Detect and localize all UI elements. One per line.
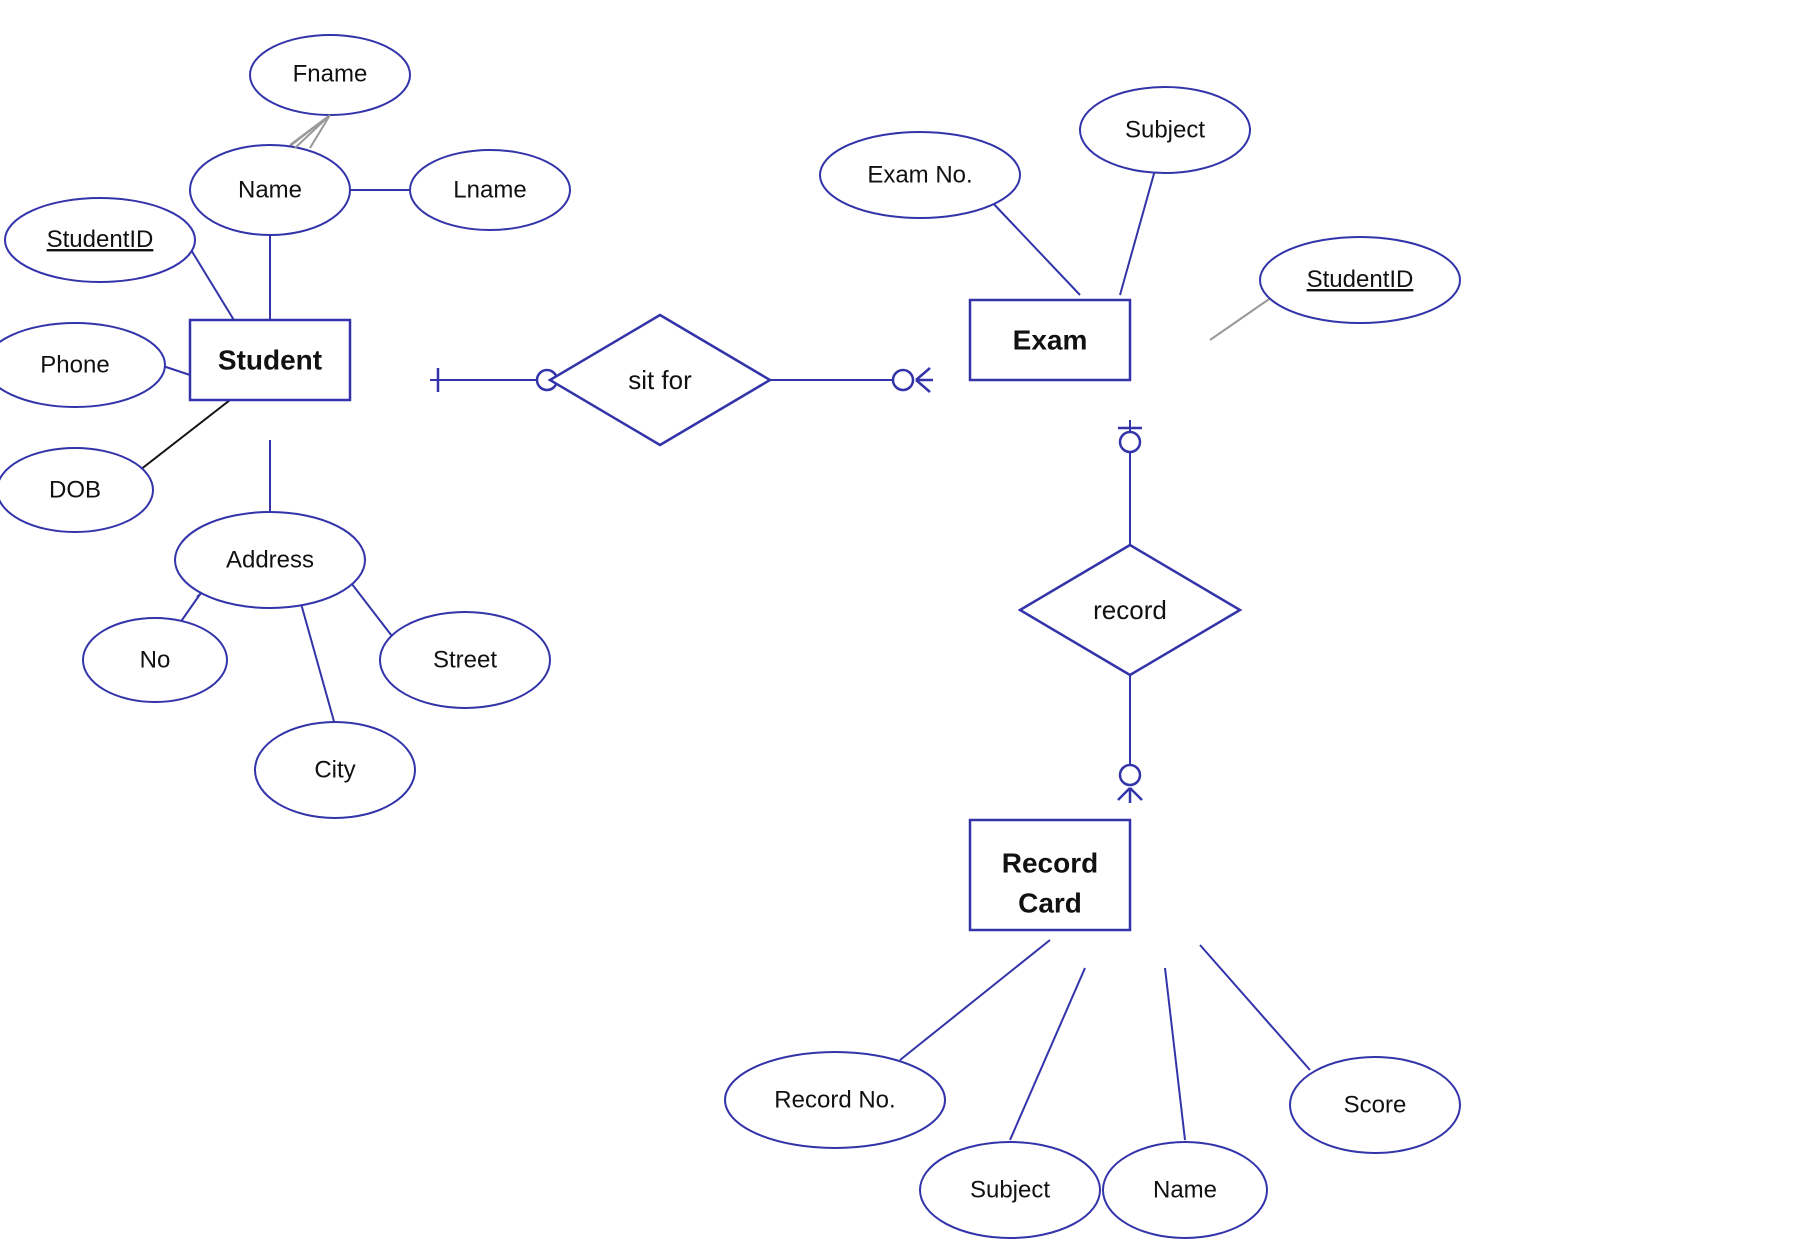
conn-dob-student xyxy=(140,400,230,470)
attr-subject-exam-label: Subject xyxy=(1125,116,1205,143)
attr-record-no-label: Record No. xyxy=(774,1086,895,1113)
circle-exam-left xyxy=(893,370,913,390)
entity-record-card-label-1: Record xyxy=(1002,847,1098,878)
rel-sit-for-label: sit for xyxy=(628,365,692,395)
crow-bot xyxy=(916,380,930,392)
attr-student-id-label: StudentID xyxy=(47,226,154,253)
entity-record-card-label-2: Card xyxy=(1018,887,1082,918)
attr-name-label: Name xyxy=(238,176,302,203)
entity-exam-label: Exam xyxy=(1013,324,1088,355)
attr-student-id2-label: StudentID xyxy=(1307,266,1414,293)
crow2-right xyxy=(1130,788,1142,800)
crow-top xyxy=(916,368,930,380)
attr-phone-label: Phone xyxy=(40,351,109,378)
attr-fname-label: Fname xyxy=(293,60,368,87)
conn-address-city xyxy=(300,600,335,725)
conn-studentid-student xyxy=(185,240,240,330)
conn-rc-score xyxy=(1200,945,1310,1070)
attr-score-label: Score xyxy=(1344,1091,1407,1118)
attr-dob-label: DOB xyxy=(49,476,101,503)
conn-studentid2-exam xyxy=(1210,295,1275,340)
circle-recordcard-top xyxy=(1120,765,1140,785)
attr-address-label: Address xyxy=(226,546,314,573)
conn-examno-exam xyxy=(990,200,1080,295)
crow2-left xyxy=(1118,788,1130,800)
attr-street-label: Street xyxy=(433,646,497,673)
conn-rc-recordno xyxy=(900,940,1050,1060)
attr-name-rc-label: Name xyxy=(1153,1176,1217,1203)
attr-city-label: City xyxy=(314,756,355,783)
er-diagram: sit for record Student Exam Record Card … xyxy=(0,0,1800,1250)
entity-student-label: Student xyxy=(218,344,322,375)
conn-subject-exam xyxy=(1120,170,1155,295)
conn-rc-name xyxy=(1165,968,1185,1140)
attr-lname-label: Lname xyxy=(453,176,526,203)
circle-record-top xyxy=(1120,432,1140,452)
attr-exam-no-label: Exam No. xyxy=(867,161,972,188)
conn-rc-subject xyxy=(1010,968,1085,1140)
rel-record-label: record xyxy=(1093,595,1167,625)
attr-subject-rc-label: Subject xyxy=(970,1176,1050,1203)
attr-no-label: No xyxy=(140,646,171,673)
